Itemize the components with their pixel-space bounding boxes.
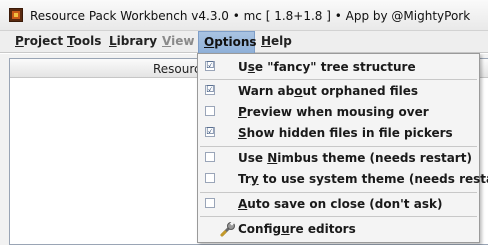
menu-tools[interactable]: Tools [65, 31, 103, 53]
menu-item-auto-save[interactable]: Auto save on close (don't ask) [198, 193, 479, 215]
menu-item-preview-mouseover[interactable]: Preview when mousing over [198, 101, 479, 123]
checkbox-icon: ☑ [205, 61, 215, 71]
checkbox-icon [205, 152, 215, 162]
menu-library[interactable]: Library [107, 31, 159, 53]
app-icon [9, 8, 23, 22]
checkbox-icon [205, 198, 215, 208]
menu-view[interactable]: View [160, 31, 196, 53]
menu-item-fancy-tree[interactable]: ☑ Use "fancy" tree structure [198, 56, 479, 78]
options-dropdown: ☑ Use "fancy" tree structure ☑ Warn abou… [197, 53, 488, 243]
menu-item-show-hidden-files[interactable]: ☑ Show hidden files in file pickers [198, 122, 479, 144]
menu-bar: Project Tools Library View Options Help [0, 31, 488, 53]
checkbox-icon: ☑ [205, 85, 215, 95]
title-bar: Resource Pack Workbench v4.3.0 • mc [ 1.… [0, 0, 488, 31]
window-title: Resource Pack Workbench v4.3.0 • mc [ 1.… [30, 9, 471, 23]
menu-separator [200, 216, 477, 217]
wrench-icon [220, 221, 235, 237]
menu-item-nimbus-theme[interactable]: Use Nimbus theme (needs restart) [198, 147, 479, 169]
checkbox-icon: ☑ [205, 127, 215, 137]
menu-item-warn-orphaned[interactable]: ☑ Warn about orphaned files [198, 80, 479, 102]
menu-options[interactable]: Options [198, 31, 257, 53]
column-header-label: Resourc [153, 62, 201, 76]
menu-help[interactable]: Help [259, 31, 294, 53]
menu-item-system-theme[interactable]: Try to use system theme (needs restart) [198, 168, 488, 190]
menu-project[interactable]: Project [13, 31, 65, 53]
checkbox-icon [205, 173, 215, 183]
menu-item-configure-editors[interactable]: Configure editors [198, 218, 479, 240]
checkbox-icon [205, 106, 215, 116]
